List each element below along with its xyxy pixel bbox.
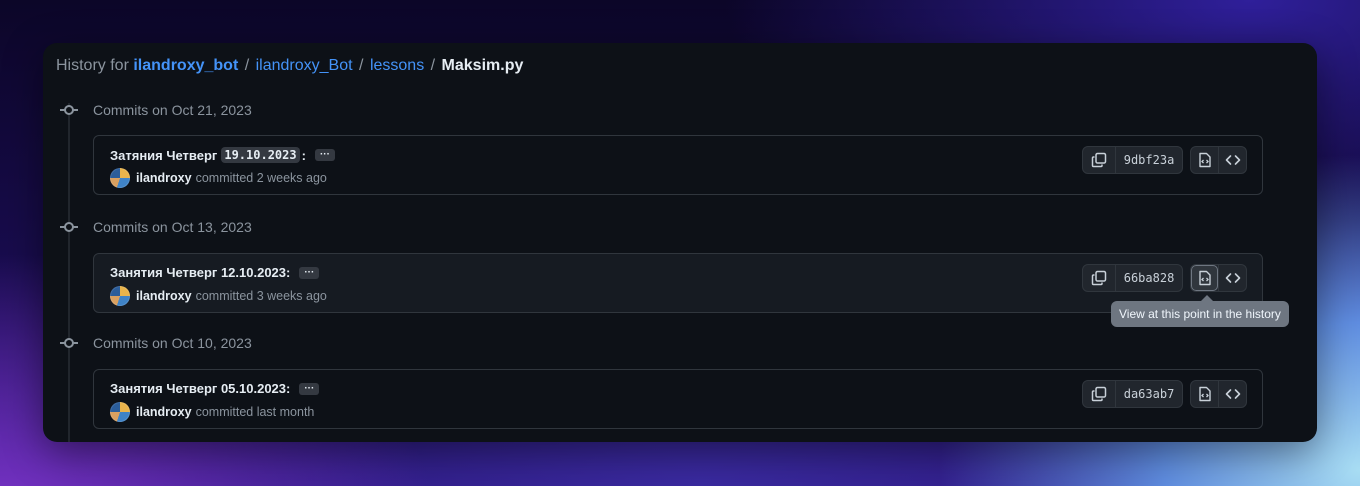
commit-time: committed 3 weeks ago	[195, 289, 327, 303]
avatar[interactable]	[110, 168, 130, 188]
breadcrumb-folder-link[interactable]: ilandroxy_Bot	[256, 57, 353, 74]
commit-group-title: Commits on Oct 10, 2023	[93, 335, 252, 351]
commit-card: Занятия Четверг 12.10.2023: ··· ilandrox…	[93, 253, 1263, 313]
expand-message-button[interactable]: ···	[314, 149, 335, 161]
commit-meta: ilandroxy committed 2 weeks ago	[110, 168, 327, 188]
copy-icon	[1091, 386, 1107, 402]
avatar[interactable]	[110, 286, 130, 306]
expand-message-button[interactable]: ···	[299, 382, 320, 395]
commit-card: Занятия Четверг 05.10.2023: ··· ilandrox…	[93, 369, 1263, 429]
code-icon	[1225, 389, 1240, 399]
commit-message-code[interactable]: 19.10.2023	[221, 147, 300, 163]
browse-code-button[interactable]	[1218, 265, 1246, 291]
tooltip: View at this point in the history	[1111, 295, 1289, 327]
breadcrumb-separator: /	[430, 57, 436, 74]
copy-sha-button[interactable]	[1083, 147, 1115, 173]
browse-button-group	[1190, 264, 1247, 292]
commit-message[interactable]: Занятия Четверг 12.10.2023: ···	[110, 265, 320, 280]
commit-actions: 9dbf23a	[1082, 146, 1247, 174]
commit-message[interactable]: Затяния Четверг 19.10.2023 : ···	[110, 147, 335, 163]
commit-group-header: Commits on Oct 10, 2023	[60, 333, 252, 353]
code-icon	[1225, 273, 1240, 283]
browse-at-point-button[interactable]	[1191, 265, 1218, 291]
commit-actions: 66ba828	[1082, 264, 1247, 292]
browse-code-button[interactable]	[1218, 381, 1246, 407]
code-icon	[1225, 155, 1240, 165]
commit-message-suffix[interactable]: :	[302, 148, 306, 163]
commit-author[interactable]: ilandroxy	[136, 289, 192, 303]
breadcrumb-separator: /	[359, 57, 364, 74]
sha-button-group: 9dbf23a	[1082, 146, 1183, 174]
browse-button-group	[1190, 146, 1247, 174]
browse-at-point-button[interactable]	[1191, 381, 1218, 407]
avatar[interactable]	[110, 402, 130, 422]
copy-icon	[1091, 152, 1107, 168]
timeline-line	[68, 103, 70, 442]
browse-button-group	[1190, 380, 1247, 408]
file-code-icon	[1198, 152, 1211, 168]
breadcrumb-prefix: History for	[56, 57, 129, 74]
breadcrumb: History for ilandroxy_bot / ilandroxy_Bo…	[56, 57, 523, 75]
commit-message-text[interactable]: Затяния Четверг	[110, 148, 217, 163]
commit-message-text[interactable]: Занятия Четверг 12.10.2023:	[110, 265, 290, 280]
breadcrumb-separator: /	[244, 57, 250, 74]
commit-sha-link[interactable]: 9dbf23a	[1115, 147, 1182, 173]
git-commit-icon	[60, 101, 78, 119]
commit-group-title: Commits on Oct 13, 2023	[93, 219, 252, 235]
commit-meta: ilandroxy committed 3 weeks ago	[110, 286, 327, 306]
commit-meta: ilandroxy committed last month	[110, 402, 314, 422]
commit-group-header: Commits on Oct 21, 2023	[60, 100, 252, 120]
commit-card: Затяния Четверг 19.10.2023 : ··· ilandro…	[93, 135, 1263, 195]
commit-sha-link[interactable]: da63ab7	[1115, 381, 1182, 407]
browse-code-button[interactable]	[1218, 147, 1246, 173]
commit-time: committed 2 weeks ago	[195, 171, 327, 185]
browse-at-point-button[interactable]	[1191, 147, 1218, 173]
copy-sha-button[interactable]	[1083, 265, 1115, 291]
commit-group-title: Commits on Oct 21, 2023	[93, 102, 252, 118]
commit-message-text[interactable]: Занятия Четверг 05.10.2023:	[110, 381, 290, 396]
commit-author[interactable]: ilandroxy	[136, 405, 192, 419]
commit-history-panel: History for ilandroxy_bot / ilandroxy_Bo…	[43, 43, 1317, 442]
breadcrumb-repo-link[interactable]: ilandroxy_bot	[133, 57, 238, 74]
commit-message[interactable]: Занятия Четверг 05.10.2023: ···	[110, 381, 320, 396]
sha-button-group: da63ab7	[1082, 380, 1183, 408]
copy-icon	[1091, 270, 1107, 286]
breadcrumb-lessons-link[interactable]: lessons	[370, 57, 424, 74]
file-code-icon	[1198, 386, 1211, 402]
copy-sha-button[interactable]	[1083, 381, 1115, 407]
breadcrumb-file: Maksim.py	[441, 57, 524, 74]
commit-sha-link[interactable]: 66ba828	[1115, 265, 1182, 291]
sha-button-group: 66ba828	[1082, 264, 1183, 292]
commit-author[interactable]: ilandroxy	[136, 171, 192, 185]
expand-message-button[interactable]: ···	[299, 266, 320, 279]
file-code-icon	[1198, 270, 1211, 286]
commit-time: committed last month	[195, 405, 315, 419]
git-commit-icon	[60, 334, 78, 352]
git-commit-icon	[60, 218, 78, 236]
commit-actions: da63ab7	[1082, 380, 1247, 408]
commit-group-header: Commits on Oct 13, 2023	[60, 217, 252, 237]
